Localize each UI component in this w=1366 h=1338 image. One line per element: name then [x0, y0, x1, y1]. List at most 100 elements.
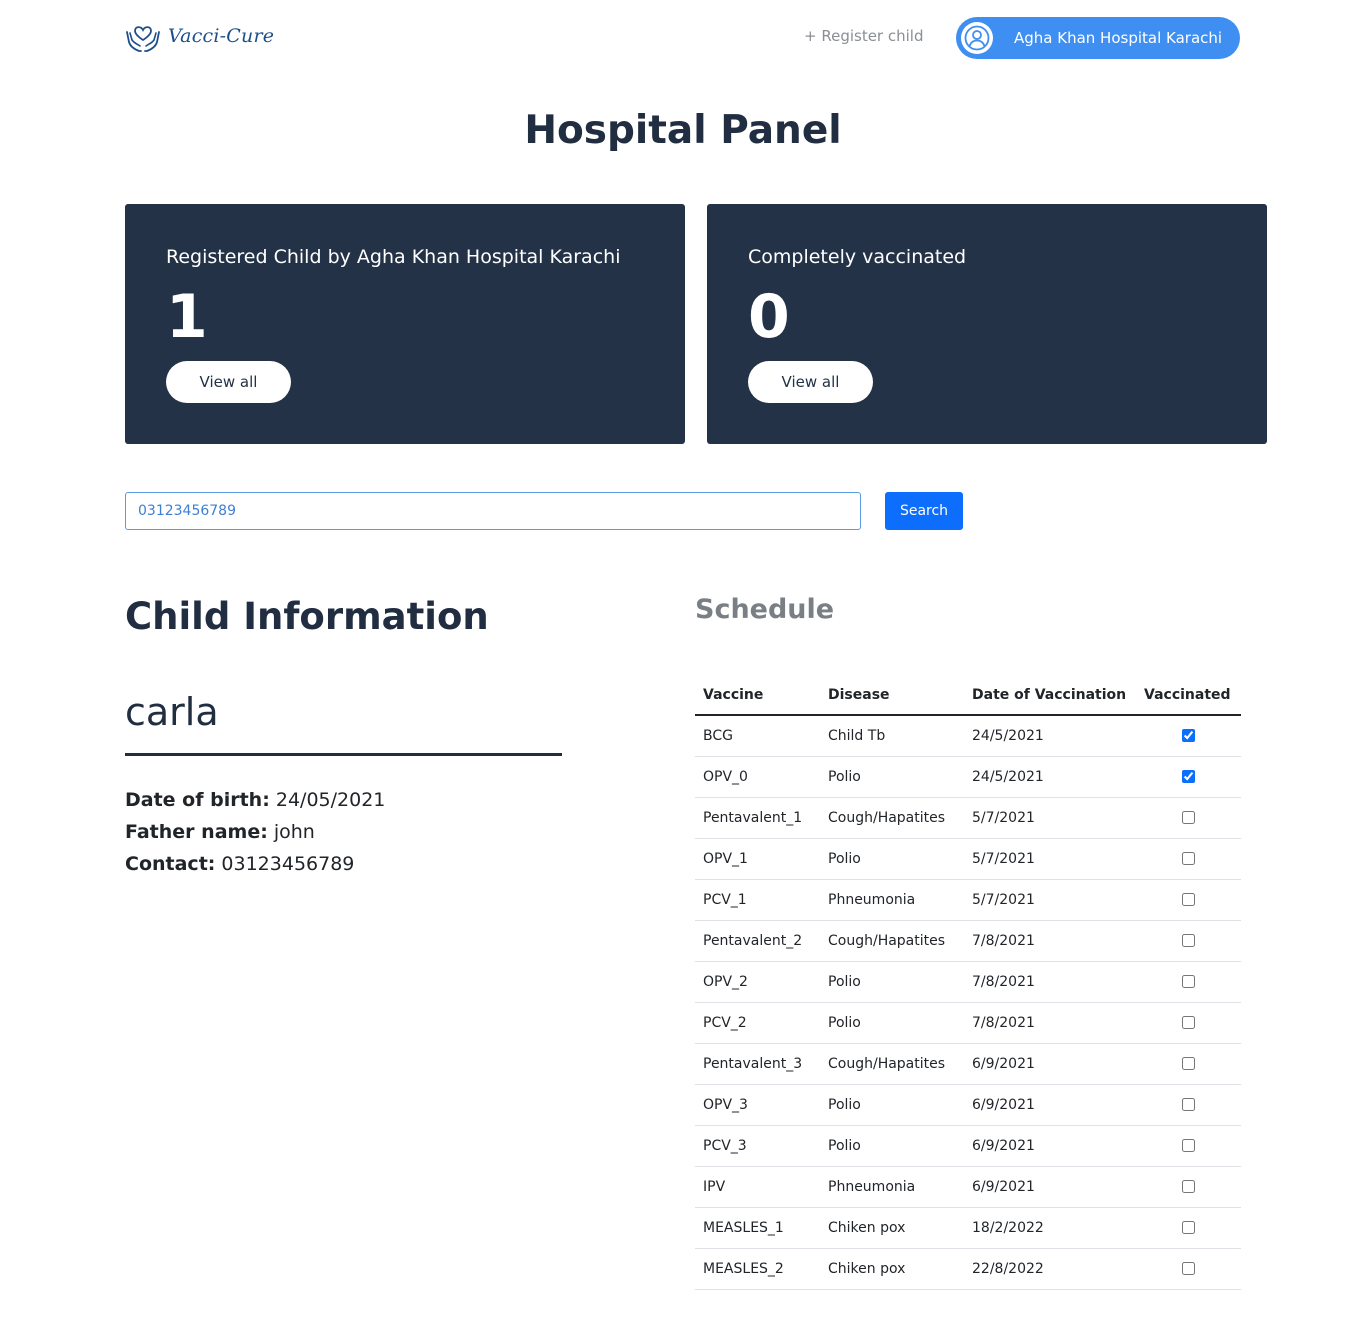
vaccinated-checkbox[interactable]: [1182, 1139, 1195, 1152]
card-count: 1: [166, 282, 208, 352]
disease-cell: Polio: [820, 961, 964, 1003]
date-cell: 7/8/2021: [964, 920, 1136, 962]
vaccine-cell: PCV_1: [695, 879, 820, 921]
disease-cell: Phneumonia: [820, 1166, 964, 1208]
vaccinated-cell: [1136, 1125, 1241, 1167]
dob-label: Date of birth:: [125, 789, 270, 811]
register-child-link[interactable]: + Register child: [804, 27, 923, 45]
vaccine-cell: PCV_2: [695, 1002, 820, 1044]
vaccinated-cell: [1136, 797, 1241, 839]
column-header: Vaccinated: [1136, 675, 1241, 716]
search-button[interactable]: Search: [885, 492, 963, 530]
vaccinated-cell: [1136, 1084, 1241, 1126]
vaccinated-cell: [1136, 838, 1241, 880]
vaccinated-checkbox[interactable]: [1182, 1221, 1195, 1234]
table-row: PCV_3 Polio 6/9/2021: [695, 1125, 1241, 1167]
vaccine-cell: PCV_3: [695, 1125, 820, 1167]
table-row: PCV_2 Polio 7/8/2021: [695, 1002, 1241, 1044]
disease-cell: Polio: [820, 756, 964, 798]
hospital-account-button[interactable]: Agha Khan Hospital Karachi: [956, 17, 1240, 59]
disease-cell: Cough/Hapatites: [820, 797, 964, 839]
date-cell: 22/8/2022: [964, 1248, 1136, 1290]
date-of-birth: Date of birth: 24/05/2021: [125, 789, 385, 811]
date-cell: 5/7/2021: [964, 838, 1136, 880]
date-cell: 6/9/2021: [964, 1084, 1136, 1126]
table-row: IPV Phneumonia 6/9/2021: [695, 1166, 1241, 1208]
vaccinated-checkbox[interactable]: [1182, 729, 1195, 743]
view-all-registered-button[interactable]: View all: [166, 361, 291, 403]
table-header-row: Vaccine Disease Date of Vaccination Vacc…: [695, 675, 1241, 716]
vaccinated-checkbox[interactable]: [1182, 770, 1195, 783]
vaccinated-checkbox[interactable]: [1182, 893, 1195, 906]
vaccinated-checkbox[interactable]: [1182, 811, 1195, 824]
date-cell: 24/5/2021: [964, 756, 1136, 798]
table-row: OPV_1 Polio 5/7/2021: [695, 838, 1241, 880]
vaccinated-cell: [1136, 1002, 1241, 1044]
heart-hands-icon: [126, 26, 160, 52]
date-cell: 6/9/2021: [964, 1125, 1136, 1167]
table-row: BCG Child Tb 24/5/2021: [695, 715, 1241, 757]
disease-cell: Cough/Hapatites: [820, 920, 964, 962]
disease-cell: Child Tb: [820, 715, 964, 757]
table-row: OPV_2 Polio 7/8/2021: [695, 961, 1241, 1003]
vaccine-cell: OPV_1: [695, 838, 820, 880]
vaccinated-cell: [1136, 1166, 1241, 1208]
table-row: Pentavalent_1 Cough/Hapatites 5/7/2021: [695, 797, 1241, 839]
disease-cell: Polio: [820, 1002, 964, 1044]
child-information-heading: Child Information: [125, 595, 489, 638]
disease-cell: Cough/Hapatites: [820, 1043, 964, 1085]
vaccinated-checkbox[interactable]: [1182, 1016, 1195, 1029]
table-row: OPV_3 Polio 6/9/2021: [695, 1084, 1241, 1126]
divider: [125, 753, 562, 756]
date-cell: 24/5/2021: [964, 715, 1136, 757]
table-row: PCV_1 Phneumonia 5/7/2021: [695, 879, 1241, 921]
brand-link[interactable]: Vacci-Cure: [124, 18, 274, 54]
hospital-name-label: Agha Khan Hospital Karachi: [1014, 29, 1223, 47]
vaccinated-checkbox[interactable]: [1182, 1180, 1195, 1193]
contact-value: 03123456789: [221, 853, 355, 875]
disease-cell: Polio: [820, 838, 964, 880]
vaccinated-checkbox[interactable]: [1182, 1262, 1195, 1275]
schedule-body: BCG Child Tb 24/5/2021 OPV_0 Polio 24/5/2021 P…: [695, 715, 1241, 1290]
vaccine-cell: OPV_0: [695, 756, 820, 798]
vaccinated-cell: [1136, 715, 1241, 757]
table-row: Pentavalent_3 Cough/Hapatites 6/9/2021: [695, 1043, 1241, 1085]
vaccinated-cell: [1136, 961, 1241, 1003]
vaccinated-checkbox[interactable]: [1182, 975, 1195, 988]
date-cell: 7/8/2021: [964, 1002, 1136, 1044]
disease-cell: Chiken pox: [820, 1248, 964, 1290]
column-header: Vaccine: [695, 675, 820, 716]
vaccinated-checkbox[interactable]: [1182, 934, 1195, 947]
vaccinated-checkbox[interactable]: [1182, 1098, 1195, 1111]
disease-cell: Phneumonia: [820, 879, 964, 921]
vaccinated-cell: [1136, 1248, 1241, 1290]
date-cell: 6/9/2021: [964, 1166, 1136, 1208]
table-row: Pentavalent_2 Cough/Hapatites 7/8/2021: [695, 920, 1241, 962]
search-input[interactable]: [125, 492, 861, 530]
table-row: MEASLES_2 Chiken pox 22/8/2022: [695, 1248, 1241, 1290]
vaccine-cell: Pentavalent_2: [695, 920, 820, 962]
navbar: Vacci-Cure + Register child Agha Khan Ho…: [0, 0, 1366, 76]
card-count: 0: [748, 282, 790, 352]
vaccinated-checkbox[interactable]: [1182, 852, 1195, 865]
card-label: Registered Child by Agha Khan Hospital K…: [166, 246, 621, 268]
vaccine-cell: MEASLES_1: [695, 1207, 820, 1249]
user-circle-icon: [961, 22, 993, 54]
vaccine-cell: OPV_2: [695, 961, 820, 1003]
date-cell: 18/2/2022: [964, 1207, 1136, 1249]
disease-cell: Polio: [820, 1125, 964, 1167]
vaccinated-checkbox[interactable]: [1182, 1057, 1195, 1070]
completely-vaccinated-card: Completely vaccinated 0 View all: [707, 204, 1267, 444]
view-all-vaccinated-button[interactable]: View all: [748, 361, 873, 403]
vaccinated-cell: [1136, 1043, 1241, 1085]
father-name: Father name: john: [125, 821, 315, 843]
vaccine-cell: OPV_3: [695, 1084, 820, 1126]
vaccinated-cell: [1136, 879, 1241, 921]
brand-name: Vacci-Cure: [168, 25, 275, 47]
table-row: OPV_0 Polio 24/5/2021: [695, 756, 1241, 798]
father-label: Father name:: [125, 821, 268, 843]
column-header: Date of Vaccination: [964, 675, 1136, 716]
column-header: Disease: [820, 675, 964, 716]
contact-label: Contact:: [125, 853, 216, 875]
table-row: MEASLES_1 Chiken pox 18/2/2022: [695, 1207, 1241, 1249]
